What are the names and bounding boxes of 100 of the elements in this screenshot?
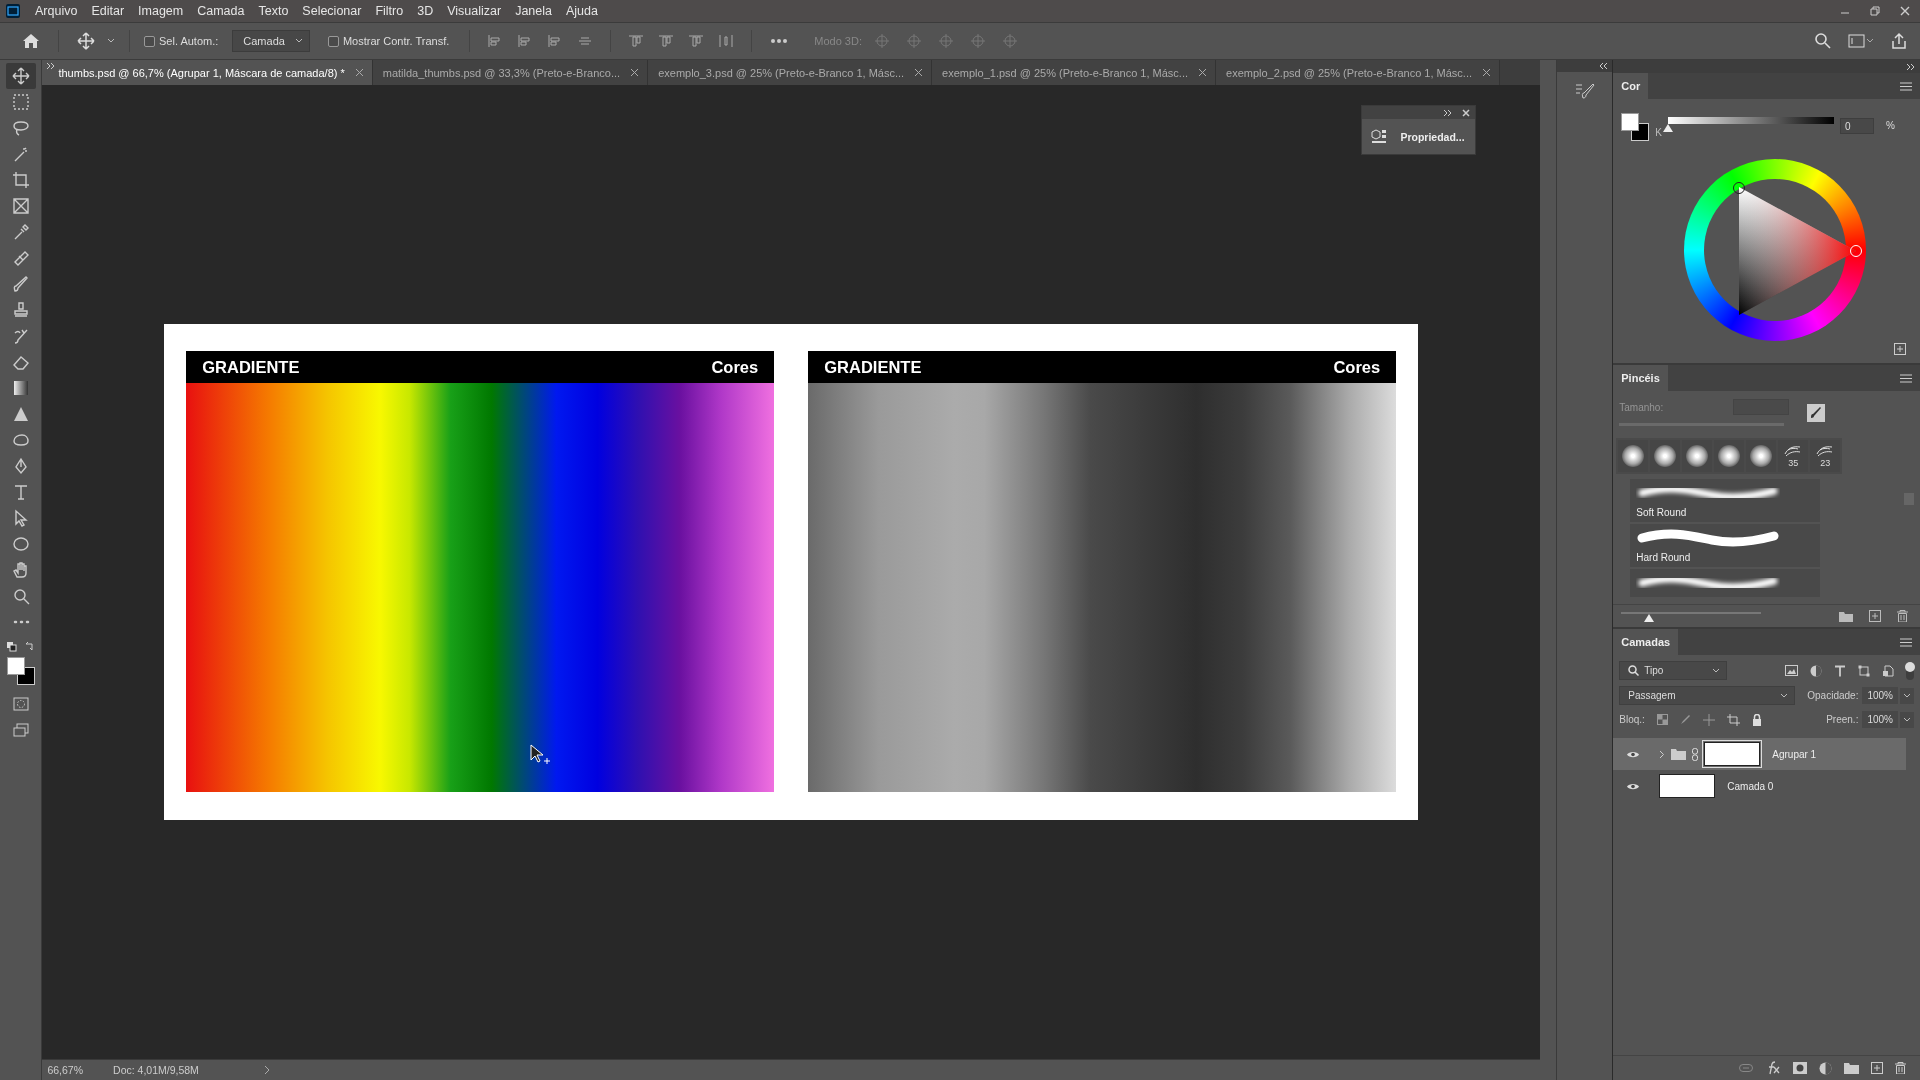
- expand-icon[interactable]: [1906, 62, 1916, 71]
- color-swatches-icon[interactable]: [1621, 113, 1650, 141]
- brush-preset[interactable]: 35: [1778, 440, 1809, 472]
- blend-mode-dropdown[interactable]: Passagem: [1619, 686, 1796, 705]
- brush-preset[interactable]: [1650, 440, 1681, 472]
- brush-preset[interactable]: [1618, 440, 1649, 472]
- opacity-field[interactable]: 100%: [1862, 687, 1898, 704]
- brush-preset[interactable]: 23: [1810, 440, 1841, 472]
- panel-tab[interactable]: Cor: [1613, 73, 1649, 99]
- smart-object-filter-icon[interactable]: [1882, 664, 1894, 677]
- brush-preset[interactable]: [1746, 440, 1777, 472]
- layer-row[interactable]: Agrupar 1: [1613, 738, 1906, 770]
- document-tab[interactable]: exemplo_3.psd @ 25% (Preto-e-Branco 1, Másc...: [648, 60, 933, 85]
- image-filter-icon[interactable]: [1785, 665, 1798, 676]
- swap-colors-icon[interactable]: [5, 641, 36, 653]
- menu-item[interactable]: Arquivo: [28, 4, 85, 18]
- document-tab[interactable]: exemplo_1.psd @ 25% (Preto-e-Branco 1, Másc...: [932, 60, 1217, 85]
- add-icon[interactable]: [1871, 1062, 1883, 1074]
- close-icon[interactable]: [630, 68, 640, 77]
- menu-item[interactable]: Ajuda: [559, 4, 605, 18]
- caret-icon: [1780, 692, 1789, 699]
- caret-icon[interactable]: [1900, 687, 1914, 704]
- lock-pixels-icon[interactable]: [1656, 714, 1668, 725]
- menu-item[interactable]: Texto: [251, 4, 296, 18]
- caret-icon[interactable]: [294, 38, 303, 44]
- brush-item[interactable]: [1630, 569, 1821, 597]
- document-tab[interactable]: thumbs.psd @ 66,7% (Agrupar 1, Máscara de camada/8) *: [42, 60, 373, 85]
- folder-icon: [1671, 748, 1687, 760]
- close-icon[interactable]: [914, 68, 924, 77]
- adjustment-filter-icon[interactable]: [1810, 664, 1822, 677]
- link-icon[interactable]: [1692, 747, 1699, 761]
- document-tab[interactable]: exemplo_2.psd @ 25% (Preto-e-Branco 1, Másc...: [1216, 60, 1500, 85]
- menu-icon[interactable]: [1900, 637, 1912, 647]
- zoom-level: 66,67%: [47, 1064, 84, 1076]
- panel-tab[interactable]: Camadas: [1613, 629, 1679, 655]
- target-dropdown[interactable]: Camada: [232, 30, 310, 52]
- shape-filter-icon[interactable]: [1858, 664, 1870, 677]
- menu-item[interactable]: Visualizar: [440, 4, 509, 18]
- type-filter-icon[interactable]: [1834, 664, 1846, 677]
- card-title: GRADIENTE: [824, 357, 922, 377]
- menu-item[interactable]: 3D: [410, 4, 441, 18]
- close-icon[interactable]: [1482, 68, 1491, 77]
- size-label: Tamanho:: [1619, 401, 1664, 413]
- adjustment-icon[interactable]: [1819, 1061, 1832, 1075]
- menu-item[interactable]: Filtro: [368, 4, 411, 18]
- brush-item[interactable]: Hard Round: [1630, 524, 1821, 567]
- brush-preset[interactable]: [1682, 440, 1713, 472]
- caret-icon[interactable]: [107, 38, 115, 44]
- close-icon[interactable]: [354, 68, 364, 77]
- expand-icon[interactable]: [1443, 108, 1453, 117]
- value-field[interactable]: 0: [1839, 118, 1874, 134]
- document-size: Doc: 4,01M/9,58M: [113, 1064, 200, 1076]
- brush-icon[interactable]: [1807, 403, 1826, 422]
- color-swatches-icon[interactable]: [6, 657, 35, 685]
- fill-field[interactable]: 100%: [1862, 711, 1898, 728]
- expand-icon[interactable]: [1659, 749, 1666, 759]
- brush-preset[interactable]: [1714, 440, 1745, 472]
- close-icon[interactable]: [1198, 68, 1208, 77]
- mask-icon[interactable]: [1793, 1062, 1807, 1074]
- add-icon[interactable]: [1869, 610, 1881, 622]
- close-icon[interactable]: [1462, 108, 1471, 117]
- folder-icon[interactable]: [1844, 1062, 1859, 1074]
- checkbox[interactable]: [144, 35, 155, 47]
- layer-row[interactable]: Camada 0: [1613, 770, 1906, 802]
- artboard-lock-icon[interactable]: [1726, 713, 1740, 726]
- caret-icon: [1712, 667, 1721, 674]
- panel-tab[interactable]: Pincéis: [1613, 365, 1668, 391]
- trash-icon[interactable]: [1897, 610, 1908, 622]
- properties-button[interactable]: Propriedad...: [1400, 131, 1465, 143]
- brush-lock-icon[interactable]: [1679, 714, 1691, 725]
- card-label: Cores: [711, 357, 759, 377]
- menu-item[interactable]: Selecionar: [295, 4, 369, 18]
- tool-icon[interactable]: [5, 63, 36, 89]
- chevron-icon[interactable]: [263, 1065, 272, 1075]
- lock-icon[interactable]: [1751, 713, 1762, 726]
- properties-icon[interactable]: [1370, 129, 1389, 145]
- card-label: Cores: [1333, 357, 1381, 377]
- layer-thumbnail[interactable]: [1659, 774, 1716, 798]
- layer-mask-thumbnail[interactable]: [1704, 742, 1761, 766]
- filter-toggle[interactable]: [1906, 661, 1914, 680]
- checkbox-label: Sel. Autom.:: [159, 35, 219, 47]
- menu-item[interactable]: Camada: [190, 4, 252, 18]
- menu-item[interactable]: Janela: [508, 4, 559, 18]
- channel-label: K: [1655, 127, 1662, 138]
- fill-label: Preen.:: [1826, 714, 1859, 725]
- menu-icon[interactable]: [1900, 81, 1912, 91]
- brush-item[interactable]: Soft Round: [1630, 479, 1821, 522]
- menu-item[interactable]: Editar: [84, 4, 132, 18]
- app-logo-icon: [6, 4, 20, 18]
- document-tab[interactable]: matilda_thumbs.psd @ 33,3% (Preto-e-Branco...: [372, 60, 649, 85]
- menu-icon[interactable]: [1900, 373, 1912, 383]
- menu-item[interactable]: Imagem: [131, 4, 191, 18]
- collapse-icon[interactable]: [1598, 62, 1609, 70]
- checkbox[interactable]: [327, 35, 339, 47]
- trash-icon[interactable]: [1895, 1062, 1906, 1074]
- folder-icon[interactable]: [1839, 610, 1853, 622]
- card-title: GRADIENTE: [202, 357, 300, 377]
- caret-icon[interactable]: [1900, 711, 1914, 728]
- add-icon[interactable]: [1894, 343, 1906, 355]
- filter-dropdown[interactable]: Tipo: [1619, 661, 1728, 680]
